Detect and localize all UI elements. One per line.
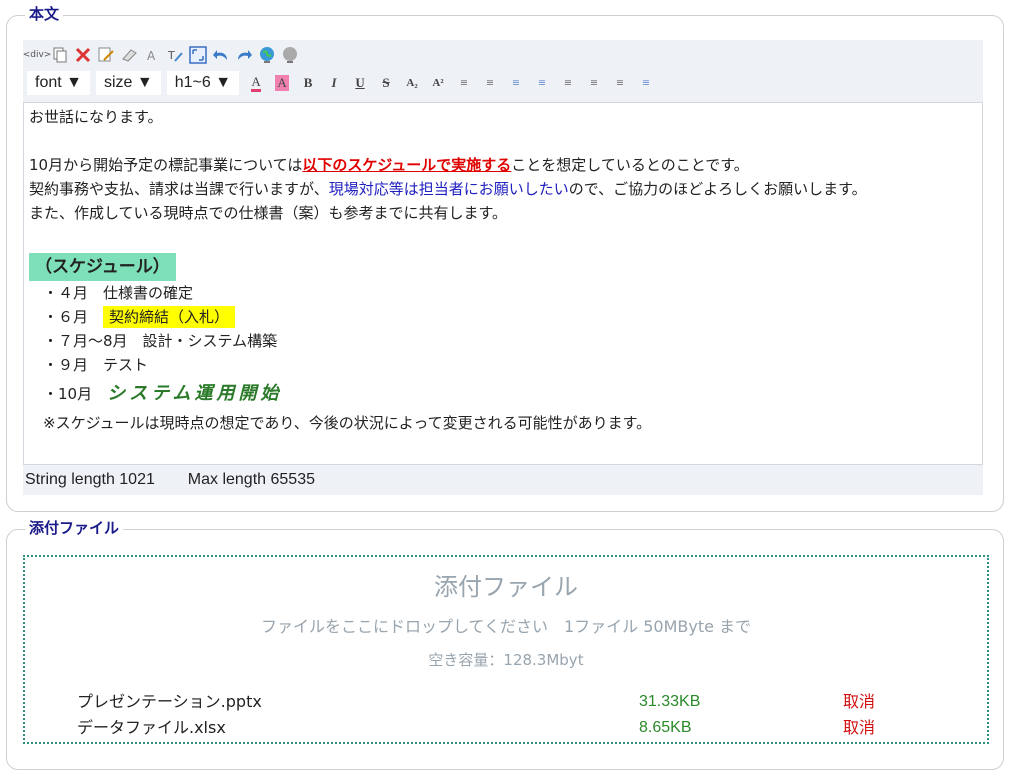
line2-tail: ので、ご協力のほどよろしくお願いします。	[568, 180, 867, 198]
attach-legend: 添付ファイル	[25, 518, 124, 538]
text-color-icon: A	[251, 74, 261, 92]
attach-fieldset: 添付ファイル 添付ファイル ファイルをここにドロップしてください 1ファイル 5…	[6, 518, 1004, 770]
edit-icon[interactable]	[96, 45, 116, 65]
schedule-item-5-text: ・10月	[43, 385, 108, 403]
body-legend: 本文	[25, 4, 64, 24]
editor-blank-line	[29, 129, 977, 153]
indent-icon[interactable]: ≡	[531, 72, 553, 94]
schedule-item-1-text: ・４月 仕様書の確定	[43, 284, 194, 302]
heading-dropdown[interactable]: h1~6 ▼	[166, 71, 240, 95]
justify-icon[interactable]: ≡	[635, 72, 657, 94]
copy-icon[interactable]	[50, 45, 70, 65]
file-cancel-button[interactable]: 取消	[843, 689, 875, 715]
file-cancel-button[interactable]: 取消	[843, 715, 875, 741]
svg-text:T: T	[167, 49, 175, 62]
schedule-note: ※スケジュールは現時点の想定であり、今後の状況によって変更される可能性があります…	[43, 414, 652, 432]
body-fieldset: 本文 <div> A T font ▼ size ▼ h1~6 ▼ A A B …	[6, 4, 1004, 512]
clear-format-icon[interactable]: A	[142, 45, 162, 65]
editor-line-1: 10月から開始予定の標記事業については以下のスケジュールで実施することを想定して…	[29, 153, 977, 177]
free-space: 空き容量：128.3Mbyt	[428, 651, 584, 669]
text-color-button[interactable]: A	[245, 72, 267, 94]
svg-text:A: A	[147, 49, 156, 63]
schedule-item-1: ・４月 仕様書の確定	[29, 281, 977, 305]
rich-text-editor[interactable]: お世話になります。 10月から開始予定の標記事業については以下のスケジュールで実…	[23, 102, 983, 465]
file-size: 31.33KB	[639, 693, 701, 710]
bg-color-button[interactable]: A	[271, 72, 293, 94]
editor-blank-line	[29, 225, 977, 249]
redo-icon[interactable]	[234, 45, 254, 65]
file-name: データファイル.xlsx	[77, 718, 226, 737]
file-row: プレゼンテーション.pptx 31.33KB 取消	[77, 689, 957, 715]
editor-greeting: お世話になります。	[29, 108, 163, 126]
align-right-icon[interactable]: ≡	[609, 72, 631, 94]
schedule-emphasis: 以下のスケジュールで実施する	[302, 156, 512, 174]
eraser-icon[interactable]	[119, 45, 139, 65]
file-dropzone[interactable]: 添付ファイル ファイルをここにドロップしてください 1ファイル 50MByte …	[23, 555, 989, 744]
align-left-icon[interactable]: ≡	[557, 72, 579, 94]
cut-icon[interactable]	[73, 45, 93, 65]
font-dropdown[interactable]: font ▼	[27, 71, 90, 95]
strikethrough-button[interactable]: S	[375, 72, 397, 94]
subscript-button[interactable]: A₂	[401, 72, 423, 94]
editor-line-3: また、作成している現時点での仕様書（案）も参考までに共有します。	[29, 204, 508, 222]
editor-toolbar: <div> A T font ▼ size ▼ h1~6 ▼ A A B I U…	[23, 40, 983, 102]
align-center-icon[interactable]: ≡	[583, 72, 605, 94]
line1-tail: ことを想定しているとのことです。	[511, 156, 749, 174]
editor-statusbar: String length 1021 Max length 65535	[23, 465, 983, 495]
superscript-button[interactable]: A²	[427, 72, 449, 94]
undo-icon[interactable]	[211, 45, 231, 65]
toolbar-row-2: font ▼ size ▼ h1~6 ▼ A A B I U S A₂ A² ≡…	[27, 70, 661, 96]
line1-text: 10月から開始予定の標記事業については	[29, 156, 303, 174]
unordered-list-icon[interactable]: ≡	[479, 72, 501, 94]
editor-line-2: 契約事務や支払、請求は当課で行いますが、現場対応等は担当者にお願いしたいので、ご…	[29, 177, 977, 201]
line2-text: 契約事務や支払、請求は当課で行いますが、	[29, 180, 329, 198]
string-length: String length 1021	[25, 471, 155, 488]
globe-icon[interactable]	[257, 45, 277, 65]
size-dropdown[interactable]: size ▼	[95, 71, 161, 95]
file-name: プレゼンテーション.pptx	[77, 692, 262, 711]
file-size: 8.65KB	[639, 719, 692, 736]
fullscreen-icon[interactable]	[188, 45, 208, 65]
schedule-item-4: ・９月 テスト	[29, 353, 977, 377]
bg-color-icon: A	[275, 75, 289, 91]
bold-button[interactable]: B	[297, 72, 319, 94]
schedule-item-3-text: ・７月～8月 設計・システム構築	[43, 332, 278, 350]
spell-icon[interactable]: T	[165, 45, 185, 65]
contract-highlight: 契約締結（入札）	[103, 306, 236, 328]
div-icon[interactable]: <div>	[23, 45, 52, 65]
max-length: Max length 65535	[187, 471, 315, 488]
globe-disabled-icon[interactable]	[280, 45, 300, 65]
system-launch-text: システム運用開始	[107, 383, 283, 404]
schedule-heading: （スケジュール）	[29, 253, 176, 281]
dropzone-hint: ファイルをここにドロップしてください 1ファイル 50MByte まで	[260, 617, 752, 636]
schedule-item-4-text: ・９月 テスト	[43, 356, 149, 374]
onsite-request-text: 現場対応等は担当者にお願いしたい	[328, 180, 569, 198]
ordered-list-icon[interactable]: ≡	[453, 72, 475, 94]
outdent-icon[interactable]: ≡	[505, 72, 527, 94]
toolbar-row-1: <div> A T	[23, 44, 303, 66]
italic-button[interactable]: I	[323, 72, 345, 94]
schedule-item-2: ・６月 契約締結（入札）	[29, 305, 977, 329]
dropzone-title: 添付ファイル	[434, 573, 578, 601]
underline-button[interactable]: U	[349, 72, 371, 94]
schedule-item-2-text: ・６月	[43, 308, 104, 326]
file-row: データファイル.xlsx 8.65KB 取消	[77, 715, 957, 741]
schedule-item-3: ・７月～8月 設計・システム構築	[29, 329, 977, 353]
schedule-item-5: ・10月 システム運用開始	[29, 377, 977, 411]
